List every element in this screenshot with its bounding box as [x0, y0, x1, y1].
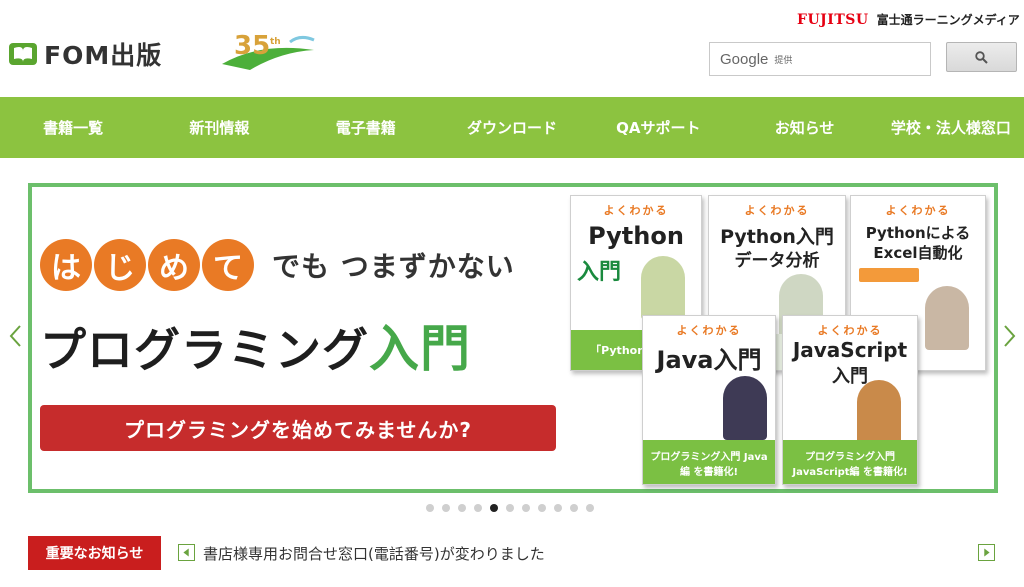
book-illustration — [925, 286, 969, 350]
search-placeholder: 提供 — [774, 55, 793, 66]
nav-item-corporate[interactable]: 学校・法人様窓口 — [878, 97, 1024, 158]
search-icon — [975, 50, 988, 64]
banner-title-accent: 入門 — [369, 320, 471, 378]
carousel-dot[interactable] — [442, 504, 450, 512]
book-series: よくわかる — [885, 204, 951, 217]
banner-headline: は じ め て でも つまずかない — [40, 239, 515, 291]
book-footer-text: プログラミング入門 JavaScript編 を書籍化! — [792, 452, 908, 478]
book-title-sub: データ分析 — [734, 251, 820, 271]
book-footer: プログラミング入門 JavaScript編 を書籍化! — [783, 440, 917, 484]
book-illustration — [641, 256, 685, 320]
google-brand: Google — [720, 50, 769, 68]
book-footer-text: プログラミング入門 Java編 を書籍化! — [650, 452, 768, 478]
carousel-dot[interactable] — [490, 504, 498, 512]
carousel-dot[interactable] — [586, 504, 594, 512]
nav-item-new-releases[interactable]: 新刊情報 — [146, 97, 292, 158]
book-series: よくわかる — [744, 204, 810, 217]
book-series: よくわかる — [676, 324, 742, 337]
book-illustration — [857, 380, 901, 444]
company-name: 富士通ラーニングメディア — [876, 13, 1020, 27]
book-cover-javascript[interactable]: よくわかる JavaScript 入門 プログラミング入門 JavaScript… — [782, 315, 918, 485]
news-prev-arrow-icon[interactable] — [178, 544, 195, 561]
anniversary-35th-badge: 35 th — [222, 31, 315, 70]
carousel-dot[interactable] — [570, 504, 578, 512]
news-item-link[interactable]: 書店様専用お問合せ窓口(電話番号)が変わりました — [203, 543, 545, 564]
carousel-prev-arrow-icon[interactable] — [8, 324, 22, 348]
nav-item-news[interactable]: お知らせ — [731, 97, 877, 158]
search-button[interactable] — [946, 42, 1017, 72]
anniversary-suffix: th — [270, 37, 281, 47]
carousel-dot[interactable] — [458, 504, 466, 512]
carousel-pagination — [426, 504, 594, 512]
book-badge — [859, 268, 919, 282]
nav-item-qa-support[interactable]: QAサポート — [585, 97, 731, 158]
book-cover-java[interactable]: よくわかる Java入門 プログラミング入門 Java編 を書籍化! — [642, 315, 776, 485]
nav-item-ebooks[interactable]: 電子書籍 — [293, 97, 439, 158]
book-title: JavaScript — [792, 338, 908, 362]
book-title-sub: 入門 — [832, 366, 868, 387]
headline-circle: め — [148, 239, 200, 291]
fujitsu-logo: FUJITSU — [797, 11, 869, 28]
carousel-dot[interactable] — [474, 504, 482, 512]
carousel-dot[interactable] — [522, 504, 530, 512]
search-input[interactable]: Google 提供 — [709, 42, 931, 76]
anniversary-number: 35 — [234, 31, 270, 61]
book-title: Python入門 — [720, 226, 834, 248]
book-title: Java入門 — [656, 346, 762, 374]
book-illustration — [723, 376, 767, 440]
fom-logo[interactable]: FOM出版 — [8, 36, 162, 72]
banner-title: プログラミング入門 — [40, 309, 471, 381]
headline-circle: て — [202, 239, 254, 291]
site-header: FOM出版 35 th FUJITSU 富士通ラーニングメディア Google … — [0, 0, 1024, 97]
nav-item-download[interactable]: ダウンロード — [439, 97, 585, 158]
book-title-sub: 入門 — [577, 260, 622, 285]
main-nav: 書籍一覧 新刊情報 電子書籍 ダウンロード QAサポート お知らせ 学校・法人様… — [0, 97, 1024, 158]
book-series: よくわかる — [817, 324, 883, 337]
carousel-dot[interactable] — [538, 504, 546, 512]
nav-item-books[interactable]: 書籍一覧 — [0, 97, 146, 158]
book-title-sub: Excel自動化 — [873, 244, 963, 262]
important-news-label: 重要なお知らせ — [28, 536, 161, 570]
carousel-dot[interactable] — [506, 504, 514, 512]
book-footer: プログラミング入門 Java編 を書籍化! — [643, 440, 775, 484]
headline-circle: じ — [94, 239, 146, 291]
banner-title-main: プログラミング — [40, 323, 369, 377]
carousel-dot[interactable] — [426, 504, 434, 512]
news-next-arrow-icon[interactable] — [978, 544, 995, 561]
headline-circle: は — [40, 239, 92, 291]
book-title: Python — [588, 222, 684, 250]
hero-banner[interactable]: は じ め て でも つまずかない プログラミング入門 プログラミングを始めてみ… — [28, 183, 998, 493]
banner-cta[interactable]: プログラミングを始めてみませんか? — [40, 405, 556, 451]
fujitsu-brand[interactable]: FUJITSU 富士通ラーニングメディア — [797, 11, 1020, 28]
carousel-dot[interactable] — [554, 504, 562, 512]
carousel-next-arrow-icon[interactable] — [1003, 324, 1017, 348]
book-series: よくわかる — [603, 204, 669, 217]
book-logo-icon — [9, 43, 37, 65]
book-title: Pythonによる — [865, 224, 971, 242]
banner-subtitle: でも つまずかない — [272, 250, 515, 283]
logo-text: FOM出版 — [44, 41, 163, 70]
